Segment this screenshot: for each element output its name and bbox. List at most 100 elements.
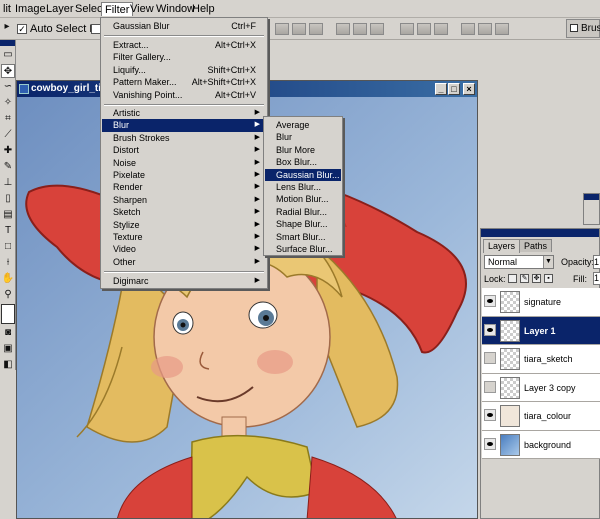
collapsed-panel[interactable] bbox=[583, 193, 600, 225]
submenu-item-lens-blur[interactable]: Lens Blur... bbox=[265, 181, 341, 193]
layer-row-signature[interactable]: signature bbox=[482, 288, 600, 317]
eyedropper-tool-icon[interactable]: ⟊ bbox=[1, 256, 15, 270]
clone-stamp-tool-icon[interactable]: ⊥ bbox=[1, 176, 15, 190]
distribute-bottom-icon[interactable] bbox=[434, 23, 448, 35]
palette-well-brushes[interactable]: Brushes bbox=[566, 19, 600, 38]
menu-item-texture[interactable]: Texture ▶ bbox=[102, 231, 266, 243]
zoom-tool-icon[interactable]: ⚲ bbox=[1, 288, 15, 302]
menu-item-distort[interactable]: Distort ▶ bbox=[102, 144, 266, 156]
align-top-icon[interactable] bbox=[275, 23, 289, 35]
lasso-tool-icon[interactable]: ∽ bbox=[1, 80, 15, 94]
menu-item-pixelate[interactable]: Pixelate ▶ bbox=[102, 169, 266, 181]
type-tool-icon[interactable]: T bbox=[1, 224, 15, 238]
lock-all-icon[interactable]: ▪ bbox=[544, 274, 553, 283]
lock-transparent-icon[interactable] bbox=[508, 274, 517, 283]
align-bottom-icon[interactable] bbox=[309, 23, 323, 35]
submenu-item-blur-more[interactable]: Blur More bbox=[265, 144, 341, 156]
healing-brush-tool-icon[interactable]: ✚ bbox=[1, 144, 15, 158]
distribute-left-icon[interactable] bbox=[461, 23, 475, 35]
submenu-arrow-icon: ▶ bbox=[254, 277, 260, 284]
submenu-item-radial-blur[interactable]: Radial Blur... bbox=[265, 206, 341, 218]
maximize-button[interactable]: □ bbox=[448, 83, 460, 95]
visibility-eye-icon[interactable] bbox=[484, 437, 496, 450]
lock-image-icon[interactable]: ✎ bbox=[520, 274, 529, 283]
crop-tool-icon[interactable]: ⌗ bbox=[1, 112, 15, 126]
auto-select-checkbox[interactable]: ✓ bbox=[17, 24, 27, 34]
menu-item-pattern-maker[interactable]: Pattern Maker... Alt+Shift+Ctrl+X bbox=[102, 76, 266, 88]
layer-thumbnail bbox=[500, 319, 520, 342]
distribute-vcenter-icon[interactable] bbox=[417, 23, 431, 35]
marquee-tool-icon[interactable]: ▭ bbox=[1, 48, 15, 62]
layer-row-layer-3-copy[interactable]: Layer 3 copy bbox=[482, 373, 600, 402]
visibility-eye-icon[interactable] bbox=[484, 295, 496, 307]
visibility-eye-icon[interactable] bbox=[484, 409, 496, 421]
submenu-item-surface-blur[interactable]: Surface Blur... bbox=[265, 243, 341, 255]
menu-item-vanishing-point[interactable]: Vanishing Point... Alt+Ctrl+V bbox=[102, 89, 266, 101]
slice-tool-icon[interactable]: ⟋ bbox=[1, 128, 15, 142]
submenu-item-box-blur[interactable]: Box Blur... bbox=[265, 156, 341, 168]
opacity-input[interactable]: 1 bbox=[593, 255, 600, 269]
move-tool-preset-icon[interactable]: ▸ bbox=[0, 20, 14, 34]
shape-tool-icon[interactable]: □ bbox=[1, 240, 15, 254]
align-vcenter-icon[interactable] bbox=[292, 23, 306, 35]
menu-item-sketch[interactable]: Sketch ▶ bbox=[102, 206, 266, 218]
visibility-eye-icon[interactable] bbox=[484, 323, 496, 336]
hand-tool-icon[interactable]: ✋ bbox=[1, 272, 15, 286]
menu-item-last-filter[interactable]: Gaussian Blur Ctrl+F bbox=[102, 20, 266, 32]
submenu-item-motion-blur[interactable]: Motion Blur... bbox=[265, 193, 341, 205]
layer-row-tiara-colour[interactable]: tiara_colour bbox=[482, 402, 600, 431]
submenu-item-shape-blur[interactable]: Shape Blur... bbox=[265, 218, 341, 230]
menu-item-stylize[interactable]: Stylize ▶ bbox=[102, 219, 266, 231]
move-tool-icon[interactable]: ✥ bbox=[1, 64, 15, 78]
lock-position-icon[interactable]: ✥ bbox=[532, 274, 541, 283]
jump-to-imageready-icon[interactable]: ◧ bbox=[1, 358, 15, 372]
tab-paths[interactable]: Paths bbox=[519, 239, 553, 252]
distribute-top-icon[interactable] bbox=[400, 23, 414, 35]
distribute-right-icon[interactable] bbox=[495, 23, 509, 35]
align-left-icon[interactable] bbox=[336, 23, 350, 35]
menu-item-other[interactable]: Other ▶ bbox=[102, 256, 266, 268]
gradient-tool-icon[interactable]: ▤ bbox=[1, 208, 15, 222]
layer-row-tiara-sketch[interactable]: tiara_sketch bbox=[482, 345, 600, 374]
submenu-item-smart-blur[interactable]: Smart Blur... bbox=[265, 231, 341, 243]
align-right-icon[interactable] bbox=[370, 23, 384, 35]
layer-row-layer-1[interactable]: Layer 1 bbox=[482, 316, 600, 345]
screen-mode-icon[interactable]: ▣ bbox=[1, 342, 15, 356]
visibility-off-icon[interactable] bbox=[484, 380, 496, 393]
layers-panel-title-bar[interactable] bbox=[481, 229, 599, 237]
color-swatch-icon[interactable] bbox=[1, 304, 15, 324]
minimize-button[interactable]: _ bbox=[435, 83, 447, 95]
magic-wand-tool-icon[interactable]: ✧ bbox=[1, 96, 15, 110]
submenu-item-blur[interactable]: Blur bbox=[265, 131, 341, 143]
chevron-down-icon: ▼ bbox=[543, 256, 553, 268]
visibility-off-icon[interactable] bbox=[484, 352, 496, 364]
blend-mode-select[interactable]: Normal ▼ bbox=[484, 255, 554, 269]
menu-item-noise[interactable]: Noise ▶ bbox=[102, 157, 266, 169]
submenu-item-gaussian-blur[interactable]: Gaussian Blur... bbox=[265, 168, 341, 181]
menu-item-sharpen[interactable]: Sharpen ▶ bbox=[102, 194, 266, 206]
brush-tool-icon[interactable]: ✎ bbox=[1, 160, 15, 174]
tab-layers[interactable]: Layers bbox=[483, 239, 521, 253]
menu-item-digimarc[interactable]: Digimarc ▶ bbox=[102, 275, 266, 287]
menu-help[interactable]: Help bbox=[189, 2, 218, 16]
menu-item-filter-gallery[interactable]: Filter Gallery... bbox=[102, 51, 266, 63]
layer-list: signature Layer 1 tiara_sketch Layer 3 c… bbox=[482, 288, 600, 459]
layer-row-background[interactable]: background bbox=[482, 430, 600, 459]
menu-item-artistic[interactable]: Artistic ▶ bbox=[102, 107, 266, 119]
quick-mask-icon[interactable]: ◙ bbox=[1, 326, 15, 340]
eraser-tool-icon[interactable]: ▯ bbox=[1, 192, 15, 206]
menu-item-blur[interactable]: Blur ▶ bbox=[102, 119, 266, 132]
align-hcenter-icon[interactable] bbox=[353, 23, 367, 35]
menu-item-video[interactable]: Video ▶ bbox=[102, 243, 266, 255]
toolbox-title-bar[interactable] bbox=[0, 40, 15, 46]
menu-item-liquify[interactable]: Liquify... Shift+Ctrl+X bbox=[102, 64, 266, 76]
opacity-label: Opacity: bbox=[561, 257, 595, 267]
menu-item-render[interactable]: Render ▶ bbox=[102, 181, 266, 193]
submenu-item-average[interactable]: Average bbox=[265, 119, 341, 131]
close-button[interactable]: × bbox=[463, 83, 475, 95]
distribute-hcenter-icon[interactable] bbox=[478, 23, 492, 35]
menu-item-shortcut: Alt+Ctrl+X bbox=[214, 40, 256, 50]
fill-input[interactable]: 1 bbox=[593, 272, 600, 285]
menu-item-brush-strokes[interactable]: Brush Strokes ▶ bbox=[102, 132, 266, 144]
menu-item-extract[interactable]: Extract... Alt+Ctrl+X bbox=[102, 39, 266, 51]
